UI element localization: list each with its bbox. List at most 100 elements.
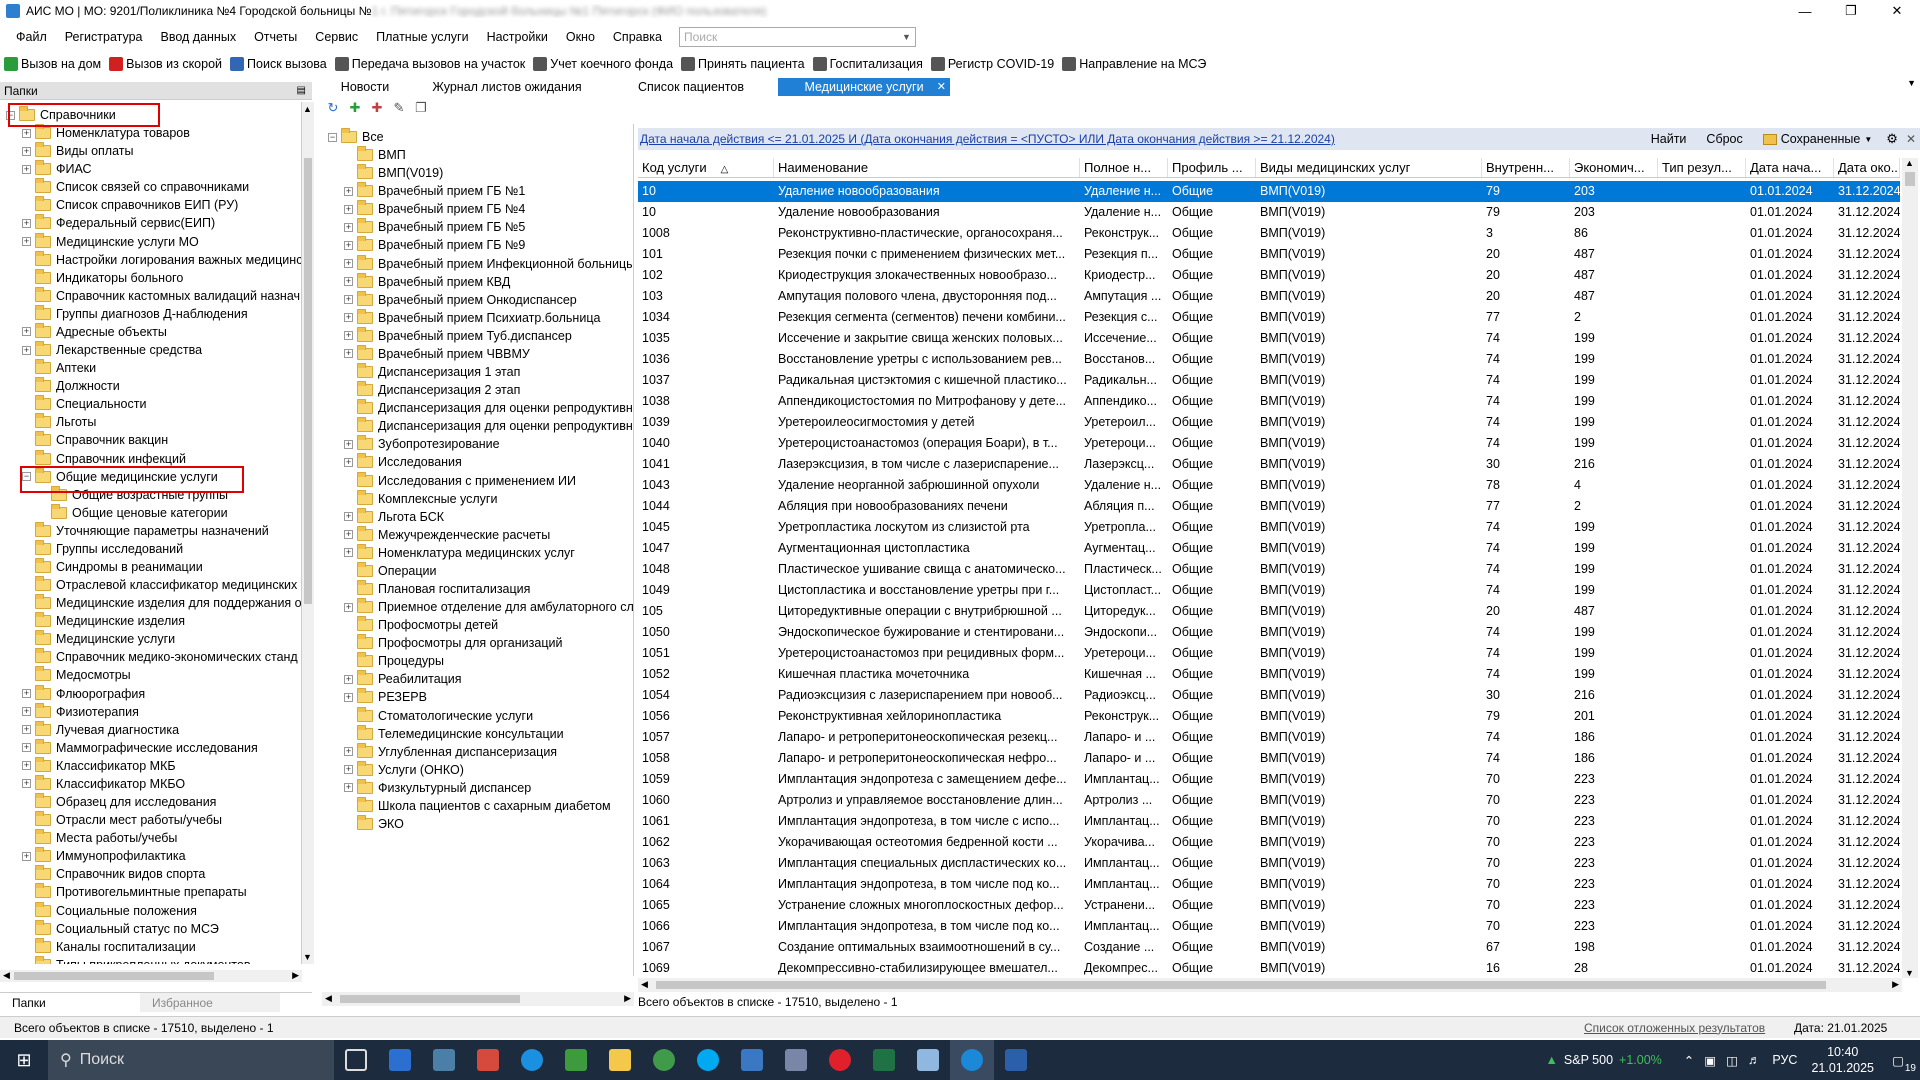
table-row[interactable]: 1034 Резекция сегмента (сегментов) печени… xyxy=(638,307,1900,328)
expand-icon[interactable]: + xyxy=(344,313,353,323)
clock[interactable]: 10:40 21.01.2025 xyxy=(1811,1044,1874,1076)
calculator-icon[interactable] xyxy=(422,1040,466,1080)
expand-icon[interactable]: + xyxy=(22,218,31,228)
tab-news[interactable]: Новости xyxy=(320,78,410,96)
table-row[interactable]: 1049 Цистопластика и восстановление уретр… xyxy=(638,580,1900,601)
tree-item[interactable]: Процедуры xyxy=(344,652,444,670)
tree-item[interactable]: ВМП xyxy=(344,146,406,164)
toolbar-button[interactable]: Поиск вызова xyxy=(226,57,331,71)
table-row[interactable]: 1057 Лапаро- и ретроперитонеоскопическая … xyxy=(638,727,1900,748)
close-icon[interactable]: ✕ xyxy=(1874,0,1920,22)
tree-item[interactable]: Места работы/учебы xyxy=(22,829,177,847)
edit-folder-icon[interactable]: ✎ xyxy=(388,100,410,118)
tree-item[interactable]: Справочник медико-экономических станд xyxy=(22,648,298,666)
categories-tree-hscrollbar[interactable]: ◀ ▶ xyxy=(322,992,634,1006)
table-row[interactable]: 1038 Аппендикоцистостомия по Митрофанову … xyxy=(638,391,1900,412)
tab-favorites[interactable]: Избранное xyxy=(140,993,280,1012)
remote-app-icon[interactable] xyxy=(730,1040,774,1080)
tree-item[interactable]: Профосмотры для организаций xyxy=(344,634,562,652)
tree-item[interactable]: + Федеральный сервис(ЕИП) xyxy=(22,214,215,232)
search-input[interactable]: Поиск ▼ xyxy=(678,27,916,47)
maximize-icon[interactable]: ❐ xyxy=(1828,0,1874,22)
taskbar-search[interactable]: ⚲ Поиск xyxy=(48,1040,334,1080)
expand-icon[interactable]: + xyxy=(344,512,353,522)
tree-item[interactable]: + Межучрежденческие расчеты xyxy=(344,525,550,544)
tab-close-icon[interactable]: ✕ xyxy=(937,78,946,96)
filter-close-icon[interactable]: ✕ xyxy=(1902,132,1920,146)
reset-button[interactable]: Сброс xyxy=(1696,132,1752,146)
find-button[interactable]: Найти xyxy=(1641,132,1697,146)
tab-patient-list[interactable]: Список пациентов xyxy=(604,78,778,96)
table-row[interactable]: 1059 Имплантация эндопротеза с замещением… xyxy=(638,769,1900,790)
table-row[interactable]: 1040 Уретероцистоанастомоз (операция Боар… xyxy=(638,433,1900,454)
table-row[interactable]: 1041 Лазерэксцизия, в том числе с лазерис… xyxy=(638,454,1900,475)
table-row[interactable]: 1060 Артролиз и управляемое восстановлени… xyxy=(638,790,1900,811)
expand-icon[interactable]: + xyxy=(344,186,353,196)
tree-item[interactable]: Плановая госпитализация xyxy=(344,580,530,598)
expand-icon[interactable]: + xyxy=(344,548,353,558)
app-icon-blue-circle[interactable] xyxy=(510,1040,554,1080)
table-row[interactable]: 1065 Устранение сложных многоплоскостных … xyxy=(638,895,1900,916)
menu-item[interactable]: Регистратура xyxy=(56,26,152,48)
tree-item[interactable]: Список справочников ЕИП (РУ) xyxy=(22,196,238,214)
tree-item[interactable]: + Медицинские услуги МО xyxy=(22,232,199,251)
expand-icon[interactable]: + xyxy=(22,743,31,753)
toolbar-button[interactable]: Госпитализация xyxy=(809,57,927,71)
table-row[interactable]: 1048 Пластическое ушивание свища с анатом… xyxy=(638,559,1900,580)
tree-item[interactable]: Типы прикрепленных документов xyxy=(22,955,251,964)
tree-item[interactable]: Диспансеризация для оценки репродуктивн xyxy=(344,399,633,417)
word-icon[interactable] xyxy=(994,1040,1038,1080)
tree-item[interactable]: + Зубопротезирование xyxy=(344,435,500,453)
table-row[interactable]: 1035 Иссечение и закрытие свища женских п… xyxy=(638,328,1900,349)
expand-icon[interactable]: + xyxy=(344,331,353,341)
filter-settings-icon[interactable]: ⚙ xyxy=(1882,131,1902,147)
tree-item[interactable]: Справочник кастомных валидаций назнач xyxy=(22,286,300,305)
tree-item[interactable]: + Адресные объекты xyxy=(22,322,167,341)
tree-item[interactable]: Школа пациентов с сахарным диабетом xyxy=(344,796,611,815)
table-row[interactable]: 1047 Аугментационная цистопластика Аугмент… xyxy=(638,538,1900,559)
toolbar-button[interactable]: Вызов из скорой xyxy=(105,57,226,71)
expand-icon[interactable]: + xyxy=(344,747,353,757)
menu-item[interactable]: Платные услуги xyxy=(367,26,477,48)
expand-icon[interactable]: + xyxy=(22,725,31,735)
grid-vscrollbar[interactable]: ▲ ▼ xyxy=(1902,158,1918,978)
tree-item[interactable]: + Лучевая диагностика xyxy=(22,720,179,739)
table-row[interactable]: 1069 Декомпрессивно-стабилизирующее вмеша… xyxy=(638,958,1900,979)
tree-item[interactable]: + Врачебный прием ЧВВМУ xyxy=(344,344,530,363)
tab-waitlist-journal[interactable]: Журнал листов ожидания xyxy=(410,78,604,96)
tree-item[interactable]: + Врачебный прием ГБ №1 xyxy=(344,182,525,200)
tree-item[interactable]: Медицинские услуги xyxy=(22,630,175,648)
column-header[interactable]: Наименование xyxy=(774,158,1080,177)
table-row[interactable]: 1052 Кишечная пластика мочеточника Кишечна… xyxy=(638,664,1900,685)
tree-item[interactable]: Общие ценовые категории xyxy=(38,503,228,522)
tab-medical-services[interactable]: Медицинские услуги ✕ xyxy=(778,78,950,96)
tree-item[interactable]: + Номенклатура медицинских услуг xyxy=(344,543,575,562)
table-row[interactable]: 101 Резекция почки с применением физическ… xyxy=(638,244,1900,265)
collapse-icon[interactable]: − xyxy=(328,132,337,142)
tree-item[interactable]: + Услуги (ОНКО) xyxy=(344,760,464,779)
tree-item[interactable]: + Врачебный прием ГБ №9 xyxy=(344,236,525,254)
table-row[interactable]: 105 Циторедуктивные операции с внутрибрюш… xyxy=(638,601,1900,622)
tree-item[interactable]: + Врачебный прием Психиатр.больница xyxy=(344,308,600,327)
expand-icon[interactable]: + xyxy=(344,602,353,612)
grid-hscrollbar[interactable]: ◀ ▶ xyxy=(638,978,1902,992)
add-item-icon[interactable]: ✚ xyxy=(366,100,388,118)
copy-folder-icon[interactable]: ❐ xyxy=(410,100,432,118)
tree-item[interactable]: Противогельминтные препараты xyxy=(22,883,247,901)
tree-item[interactable]: Каналы госпитализации xyxy=(22,937,196,956)
tree-item[interactable]: + Лекарственные средства xyxy=(22,341,202,359)
tree-item[interactable]: Профосмотры детей xyxy=(344,616,498,634)
menu-item[interactable]: Ввод данных xyxy=(152,26,246,48)
opera-icon[interactable] xyxy=(818,1040,862,1080)
tree-item[interactable]: + Флюорография xyxy=(22,684,145,703)
column-header[interactable]: Тип резул... xyxy=(1658,158,1746,177)
table-row[interactable]: 1036 Восстановление уретры с использовани… xyxy=(638,349,1900,370)
expand-icon[interactable]: + xyxy=(344,457,353,467)
expand-icon[interactable]: + xyxy=(344,222,353,232)
keyboard-language[interactable]: РУС xyxy=(1772,1053,1797,1067)
windows-app-icon[interactable] xyxy=(774,1040,818,1080)
tree-item[interactable]: Справочник инфекций xyxy=(22,449,186,468)
tree-item[interactable]: Социальные положения xyxy=(22,901,197,920)
tree-item[interactable]: Список связей со справочниками xyxy=(22,178,249,196)
table-row[interactable]: 1066 Имплантация эндопротеза, в том числе… xyxy=(638,916,1900,937)
